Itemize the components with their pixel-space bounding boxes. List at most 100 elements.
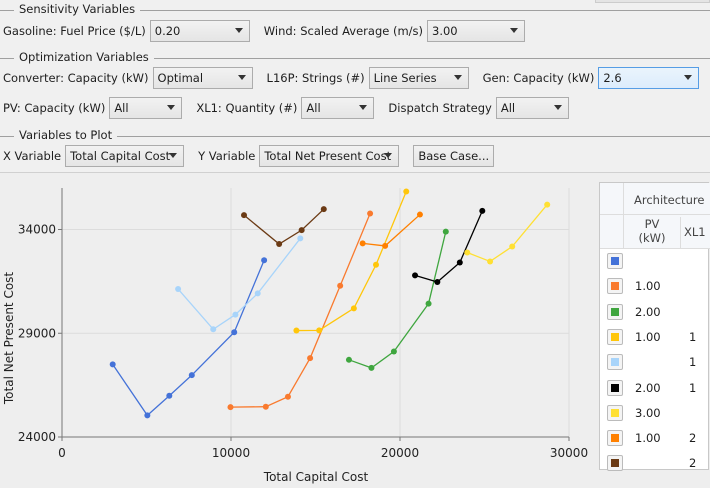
legend-row[interactable]: 2.00 1 [600,377,710,402]
y-variable-dropdown[interactable]: Total Net Present Cost [259,145,400,167]
data-point[interactable] [298,227,305,234]
data-point[interactable] [403,188,410,195]
base-case-button[interactable]: Base Case... [413,145,495,167]
data-point[interactable] [297,235,304,242]
dispatch-dropdown[interactable]: All [495,97,569,119]
chevron-down-icon [684,75,693,80]
data-point[interactable] [276,241,283,248]
data-point[interactable] [345,356,352,363]
data-point[interactable] [382,242,389,249]
pv-column-header[interactable]: PV (kW) [624,217,681,249]
pv-dropdown[interactable]: All [109,97,183,119]
pv-header-unit: (kW) [638,231,666,245]
data-point[interactable] [144,412,151,419]
pv-value: 1.00 [635,279,661,294]
data-point[interactable] [210,326,217,333]
data-point[interactable] [487,258,494,265]
legend-row[interactable]: 3.00 [600,402,710,427]
data-point[interactable] [166,392,173,399]
data-point[interactable] [175,286,182,293]
y-tick-label: 24000 [18,430,56,444]
data-point[interactable] [456,259,463,266]
optimization-row-2: PV: Capacity (kW) All XL1: Quantity (#) … [3,97,583,119]
data-point[interactable] [479,207,486,214]
data-point[interactable] [416,211,423,218]
y-tick-label: 34000 [18,223,56,237]
data-point[interactable] [350,305,357,312]
legend-row[interactable] [600,250,710,275]
data-point[interactable] [442,228,449,235]
chevron-down-icon [510,28,519,33]
converter-label: Converter: Capacity (kW) [3,71,149,85]
data-point[interactable] [337,282,344,289]
x-variable-label: X Variable [3,149,62,163]
data-point[interactable] [254,290,261,297]
data-point[interactable] [390,348,397,355]
fuel-price-dropdown[interactable]: 0.20 [149,20,250,42]
data-point[interactable] [373,261,380,268]
legend-row[interactable]: 1.00 1 [600,326,710,351]
pv-value: 1.00 [635,431,661,446]
x-tick-label: 0 [58,446,66,460]
legend-row[interactable]: 1 [600,351,710,376]
sensitivity-group: Sensitivity Variables [0,2,710,16]
x-tick-label: 20000 [381,446,419,460]
data-point[interactable] [261,257,268,264]
strings-dropdown[interactable]: Line Series [368,67,469,89]
series-4 [175,235,304,333]
legend-row[interactable]: 1.00 2 [600,427,710,452]
xl1-column-header[interactable]: XL1 [684,225,706,239]
data-point[interactable] [227,404,234,411]
optimization-group: Optimization Variables [0,50,710,64]
data-point[interactable] [232,311,239,318]
data-point[interactable] [316,327,323,334]
data-point[interactable] [425,300,432,307]
data-point[interactable] [367,210,374,217]
gen-dropdown[interactable]: 2.6 [598,67,700,89]
chevron-down-icon [384,153,393,158]
legend-row[interactable]: 1.00 [600,275,710,300]
data-point[interactable] [434,278,441,285]
data-point[interactable] [188,372,195,379]
xl1-value: 2 [689,431,697,446]
y-tick-label: 29000 [18,326,56,340]
data-point[interactable] [544,201,551,208]
data-point[interactable] [320,206,327,213]
series-line [467,204,548,263]
data-point[interactable] [284,393,291,400]
color-swatch [607,404,623,421]
legend-row[interactable]: 2.00 [600,301,710,326]
legend-header: Architecture [600,183,710,215]
xl1-dropdown[interactable]: All [301,97,375,119]
data-point[interactable] [368,364,375,371]
data-point[interactable] [307,355,314,362]
wind-dropdown[interactable]: 3.00 [427,20,526,42]
color-swatch [607,379,623,396]
x-tick-label: 10000 [212,446,250,460]
y-variable-label: Y Variable [198,149,256,163]
wind-label: Wind: Scaled Average (m/s) [263,24,424,38]
data-point[interactable] [464,249,471,256]
x-axis-label: Total Capital Cost [263,470,369,484]
data-point[interactable] [231,329,238,336]
legend-row[interactable]: 2 [600,452,710,477]
x-tick-label: 30000 [550,446,588,460]
color-swatch [607,455,623,472]
optimization-title: Optimization Variables [14,50,154,64]
xl1-value: 1 [689,380,697,395]
data-point[interactable] [262,403,269,410]
data-point[interactable] [241,212,248,219]
data-point[interactable] [293,327,300,334]
series-line [243,208,325,245]
data-point[interactable] [359,240,366,247]
converter-dropdown[interactable]: Optimal [152,67,253,89]
x-variable-dropdown[interactable]: Total Capital Cost [65,145,185,167]
series-line [177,238,301,331]
color-swatch [607,430,623,447]
data-point[interactable] [509,243,516,250]
pv-label: PV: Capacity (kW) [3,101,106,115]
series-5 [412,207,486,285]
fuel-price-label: Gasoline: Fuel Price ($/L) [3,24,146,38]
data-point[interactable] [412,272,419,279]
data-point[interactable] [109,361,116,368]
